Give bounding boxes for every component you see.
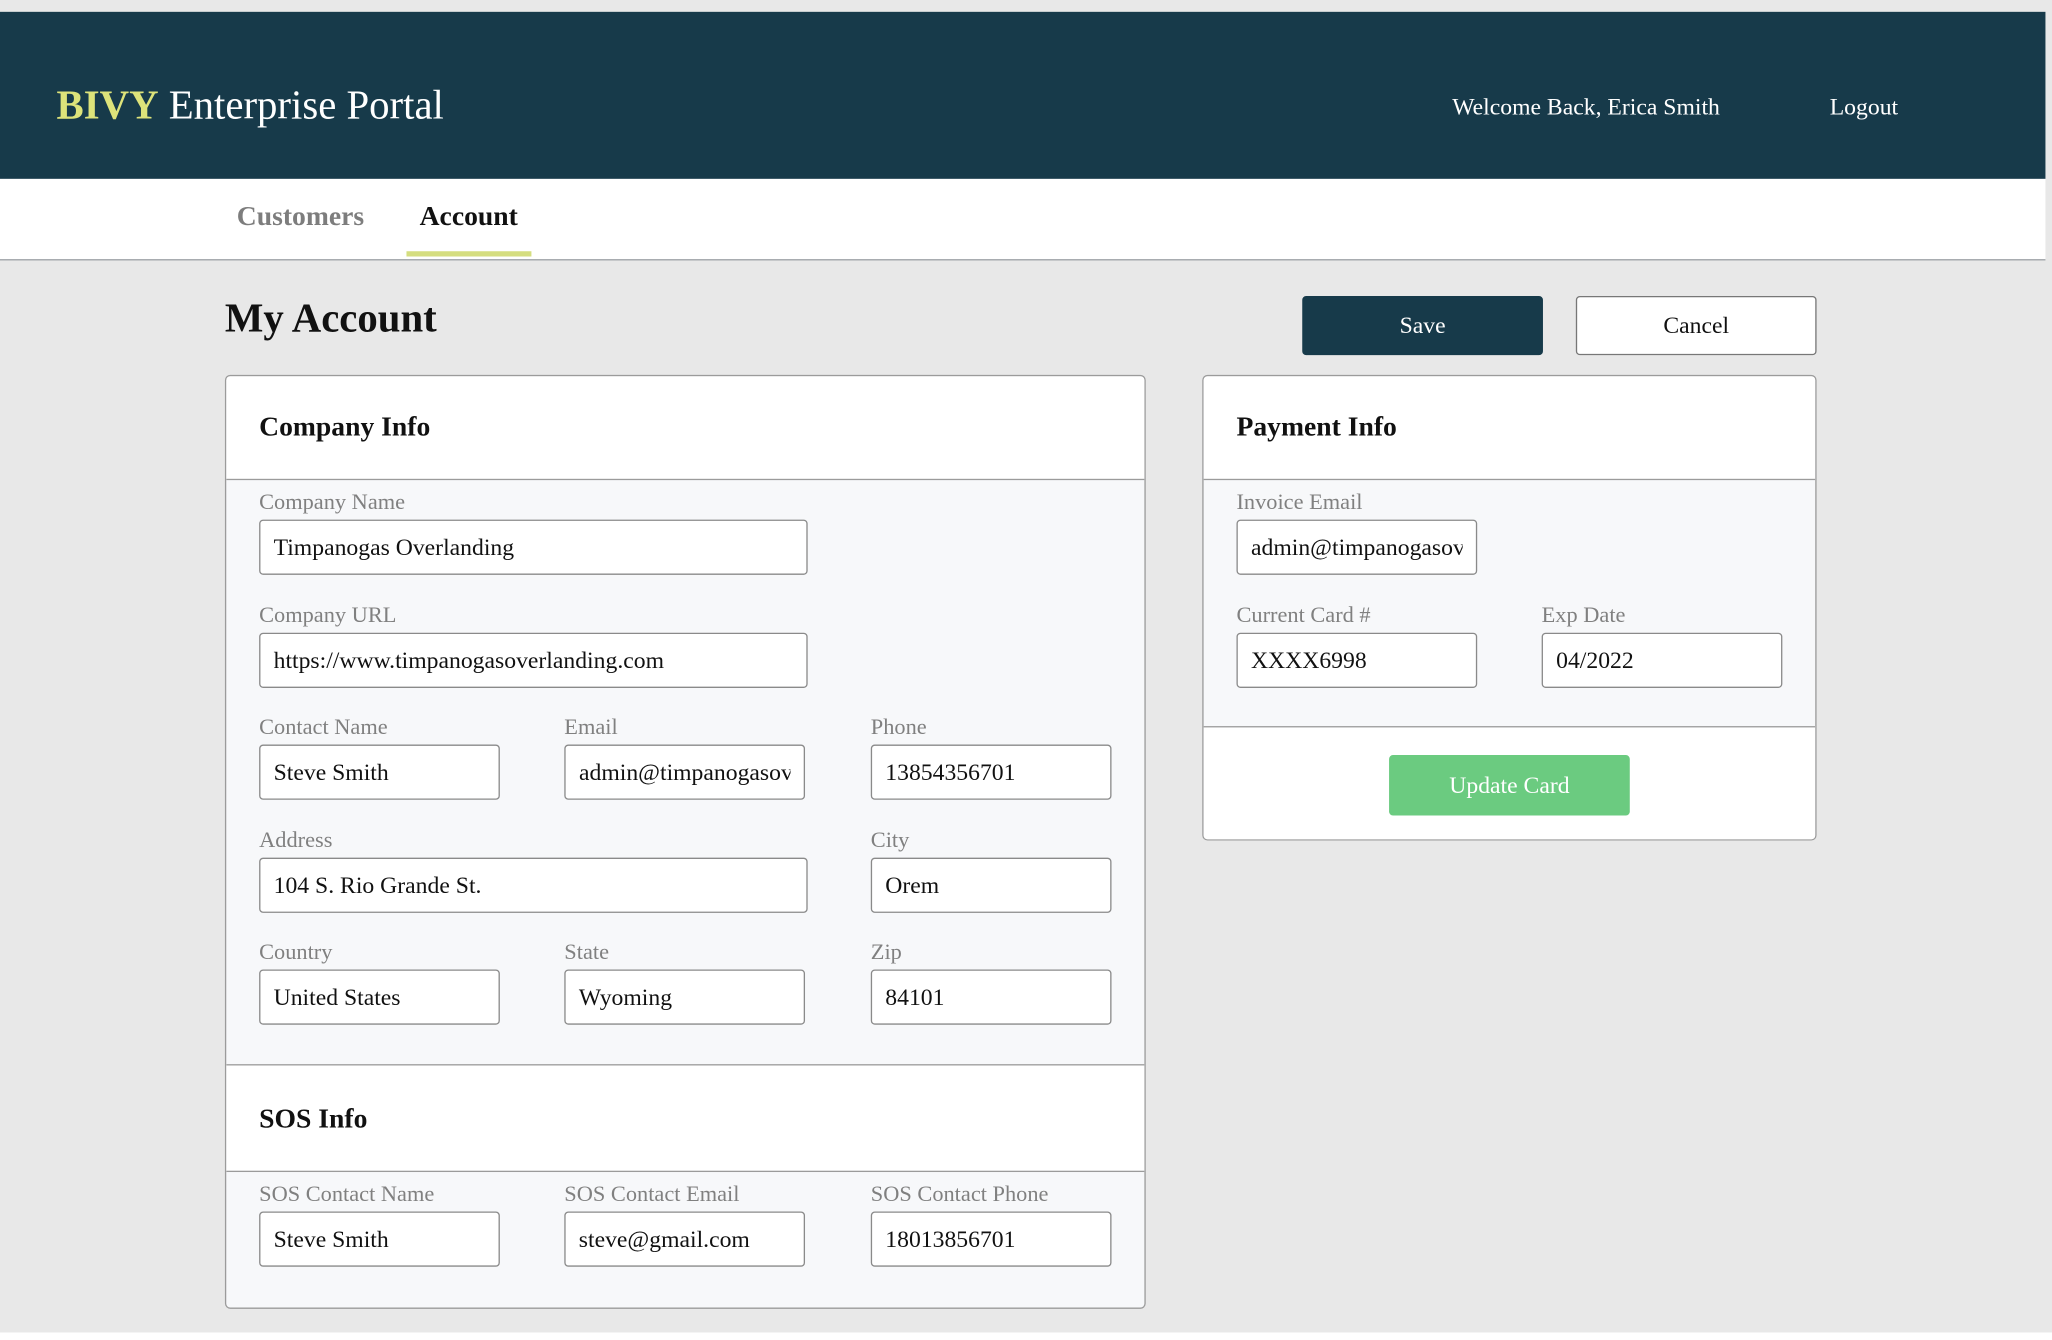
page-canvas: BIVY Enterprise Portal Welcome Back, Eri…	[0, 0, 2052, 1333]
address-label: Address	[259, 827, 333, 853]
zip-label: Zip	[870, 939, 902, 965]
state-input[interactable]	[564, 969, 806, 1025]
phone-label: Phone	[870, 714, 927, 740]
company-url-label: Company URL	[259, 602, 397, 628]
exp-date-label: Exp Date	[1541, 602, 1626, 628]
address-input[interactable]	[259, 857, 808, 913]
sos-contact-email-label: SOS Contact Email	[564, 1181, 740, 1207]
phone-input[interactable]	[870, 744, 1112, 800]
main-nav: Customers Account	[0, 178, 2046, 261]
tab-customers[interactable]: Customers	[237, 200, 364, 233]
contact-name-input[interactable]	[259, 744, 500, 800]
company-info-header: Company Info	[226, 376, 1145, 481]
email-label: Email	[564, 714, 618, 740]
country-input[interactable]	[259, 969, 500, 1025]
save-button[interactable]: Save	[1302, 295, 1543, 356]
contact-name-label: Contact Name	[259, 714, 388, 740]
sos-info-header: SOS Info	[226, 1064, 1145, 1173]
welcome-message: Welcome Back, Erica Smith	[1452, 93, 1720, 120]
company-info-title: Company Info	[259, 410, 431, 442]
city-input[interactable]	[870, 857, 1112, 913]
cancel-button[interactable]: Cancel	[1575, 295, 1817, 356]
sos-info-title: SOS Info	[259, 1102, 368, 1134]
state-label: State	[564, 939, 610, 965]
payment-info-title: Payment Info	[1236, 410, 1397, 442]
exp-date-input[interactable]	[1541, 632, 1783, 688]
sos-contact-name-input[interactable]	[259, 1211, 500, 1267]
brand-name: BIVY	[56, 81, 159, 128]
company-url-input[interactable]	[259, 632, 808, 688]
company-name-label: Company Name	[259, 489, 406, 515]
payment-info-header: Payment Info	[1203, 376, 1816, 481]
invoice-email-label: Invoice Email	[1236, 489, 1363, 515]
country-label: Country	[259, 939, 333, 965]
sos-contact-name-label: SOS Contact Name	[259, 1181, 435, 1207]
current-card-input[interactable]	[1236, 632, 1478, 688]
city-label: City	[870, 827, 910, 853]
brand-logo[interactable]: BIVY Enterprise Portal	[57, 82, 444, 129]
company-info-card: Company Info Company Name Company URL Co…	[224, 374, 1146, 1309]
sos-contact-email-input[interactable]	[564, 1211, 806, 1267]
current-card-label: Current Card #	[1236, 602, 1371, 628]
zip-input[interactable]	[870, 969, 1112, 1025]
brand-subtitle: Enterprise Portal	[168, 81, 444, 128]
email-input[interactable]	[564, 744, 806, 800]
active-tab-indicator	[406, 251, 532, 257]
payment-info-card: Payment Info Invoice Email Current Card …	[1202, 374, 1817, 841]
invoice-email-input[interactable]	[1236, 519, 1478, 575]
logout-link[interactable]: Logout	[1830, 93, 1898, 121]
company-name-input[interactable]	[259, 519, 808, 575]
sos-contact-phone-label: SOS Contact Phone	[870, 1181, 1049, 1207]
page-title: My Account	[224, 294, 437, 341]
top-header: BIVY Enterprise Portal Welcome Back, Eri…	[0, 11, 2046, 179]
tab-account[interactable]: Account	[420, 200, 518, 233]
sos-contact-phone-input[interactable]	[870, 1211, 1112, 1267]
update-card-button[interactable]: Update Card	[1389, 755, 1630, 816]
